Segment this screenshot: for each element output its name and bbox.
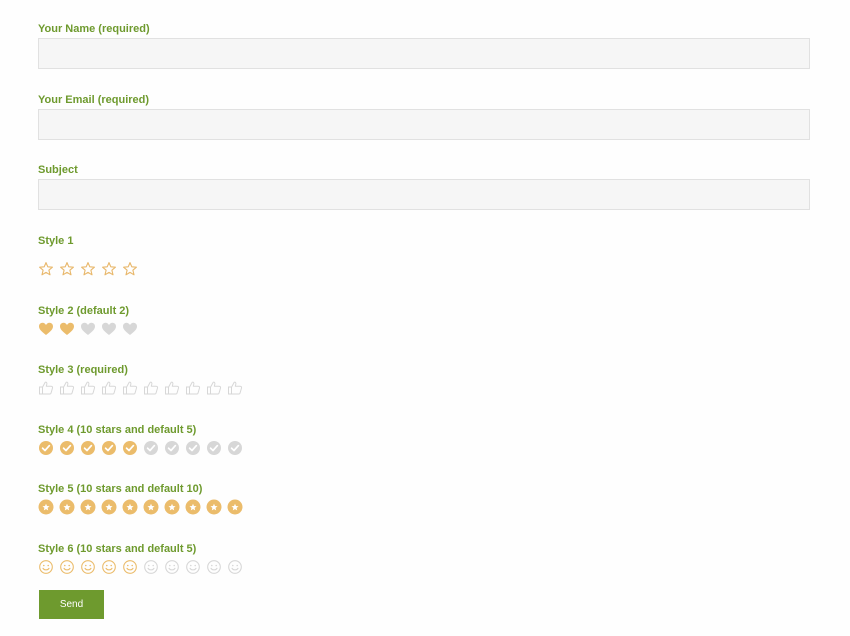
star-outline-icon[interactable] — [80, 261, 96, 277]
thumbs-up-icon[interactable] — [101, 380, 117, 396]
style-4-rating — [38, 438, 248, 458]
thumbs-up-icon[interactable] — [38, 380, 54, 396]
check-circle-icon[interactable] — [227, 440, 243, 456]
thumbs-up-icon[interactable] — [122, 380, 138, 396]
style-2-rating — [38, 319, 143, 339]
thumbs-up-icon[interactable] — [206, 380, 222, 396]
smiley-icon[interactable] — [59, 559, 75, 575]
smiley-icon[interactable] — [185, 559, 201, 575]
smiley-icon[interactable] — [206, 559, 222, 575]
star-circle-icon[interactable] — [206, 499, 222, 515]
star-outline-icon[interactable] — [101, 261, 117, 277]
smiley-icon[interactable] — [227, 559, 243, 575]
style-6-rating — [38, 557, 248, 577]
smiley-icon[interactable] — [122, 559, 138, 575]
name-input[interactable] — [38, 38, 810, 69]
thumbs-up-icon[interactable] — [143, 380, 159, 396]
style-5-rating — [38, 497, 248, 517]
smiley-icon[interactable] — [38, 559, 54, 575]
style-5-label: Style 5 (10 stars and default 10) — [38, 483, 203, 495]
check-circle-icon[interactable] — [80, 440, 96, 456]
style-4-label: Style 4 (10 stars and default 5) — [38, 424, 197, 436]
star-circle-icon[interactable] — [185, 499, 201, 515]
thumbs-up-icon[interactable] — [227, 380, 243, 396]
star-outline-icon[interactable] — [38, 261, 54, 277]
check-circle-icon[interactable] — [185, 440, 201, 456]
heart-icon[interactable] — [59, 321, 75, 337]
star-circle-icon[interactable] — [227, 499, 243, 515]
star-circle-icon[interactable] — [80, 499, 96, 515]
smiley-icon[interactable] — [143, 559, 159, 575]
send-button[interactable]: Send — [39, 590, 104, 619]
check-circle-icon[interactable] — [206, 440, 222, 456]
subject-label: Subject — [38, 164, 78, 176]
thumbs-up-icon[interactable] — [59, 380, 75, 396]
heart-icon[interactable] — [101, 321, 117, 337]
check-circle-icon[interactable] — [59, 440, 75, 456]
heart-icon[interactable] — [38, 321, 54, 337]
style-6-label: Style 6 (10 stars and default 5) — [38, 543, 197, 555]
star-circle-icon[interactable] — [164, 499, 180, 515]
email-label: Your Email (required) — [38, 94, 150, 106]
check-circle-icon[interactable] — [143, 440, 159, 456]
star-circle-icon[interactable] — [143, 499, 159, 515]
subject-input[interactable] — [38, 179, 810, 210]
style-3-rating — [38, 378, 248, 398]
name-label: Your Name (required) — [38, 23, 150, 35]
heart-icon[interactable] — [122, 321, 138, 337]
thumbs-up-icon[interactable] — [185, 380, 201, 396]
star-circle-icon[interactable] — [59, 499, 75, 515]
check-circle-icon[interactable] — [101, 440, 117, 456]
smiley-icon[interactable] — [80, 559, 96, 575]
style-2-label: Style 2 (default 2) — [38, 305, 130, 317]
thumbs-up-icon[interactable] — [80, 380, 96, 396]
smiley-icon[interactable] — [101, 559, 117, 575]
star-circle-icon[interactable] — [101, 499, 117, 515]
star-outline-icon[interactable] — [122, 261, 138, 277]
star-circle-icon[interactable] — [122, 499, 138, 515]
heart-icon[interactable] — [80, 321, 96, 337]
star-outline-icon[interactable] — [59, 261, 75, 277]
thumbs-up-icon[interactable] — [164, 380, 180, 396]
check-circle-icon[interactable] — [38, 440, 54, 456]
style-1-rating — [38, 259, 143, 279]
email-input[interactable] — [38, 109, 810, 140]
style-3-label: Style 3 (required) — [38, 364, 128, 376]
smiley-icon[interactable] — [164, 559, 180, 575]
check-circle-icon[interactable] — [122, 440, 138, 456]
style-1-label: Style 1 — [38, 235, 74, 247]
check-circle-icon[interactable] — [164, 440, 180, 456]
star-circle-icon[interactable] — [38, 499, 54, 515]
